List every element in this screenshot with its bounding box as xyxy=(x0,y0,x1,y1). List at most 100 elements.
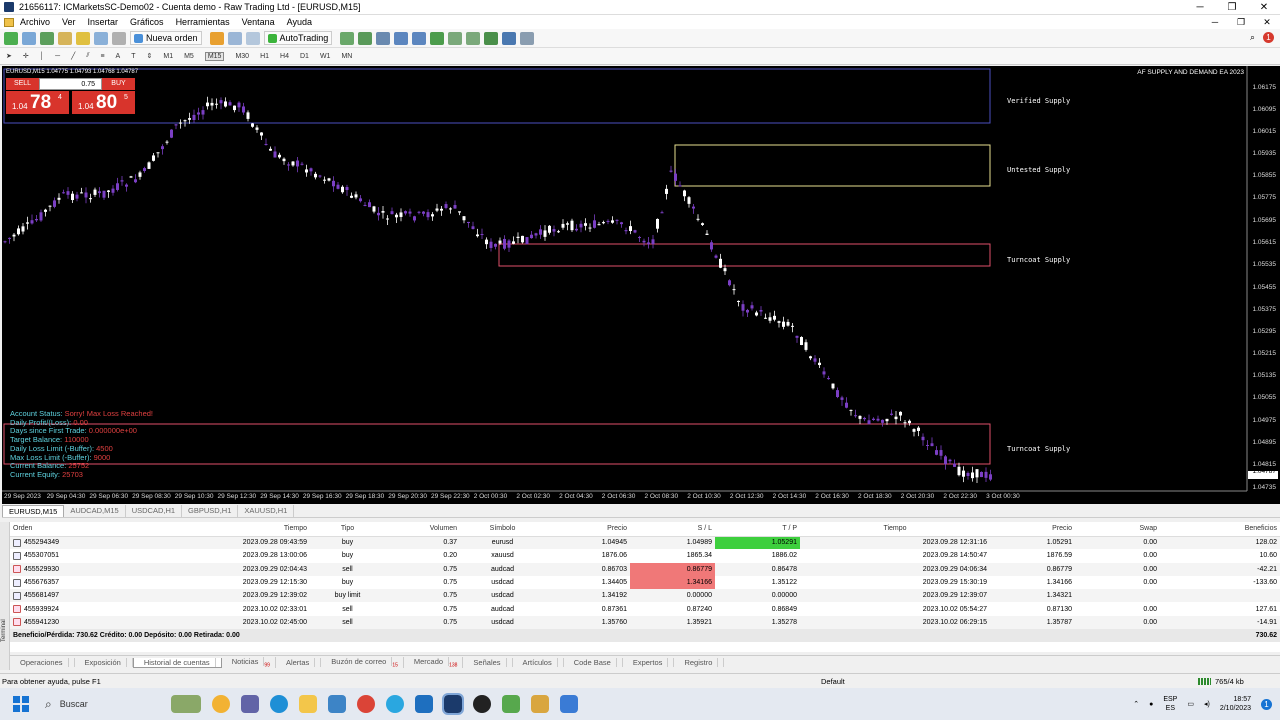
table-row[interactable]: 455676357 2023.09.29 12:15:30 buy 0.75 usdca… xyxy=(10,575,1280,590)
store-icon[interactable] xyxy=(328,695,346,713)
indicators-icon[interactable] xyxy=(484,31,499,45)
new-chart-icon[interactable] xyxy=(4,31,18,45)
chat-icon[interactable] xyxy=(241,695,259,713)
terminal-tab[interactable]: Mercado 138 xyxy=(404,656,464,669)
folder-app-icon[interactable] xyxy=(531,695,549,713)
obs-icon[interactable] xyxy=(473,695,491,713)
tile-windows-icon[interactable] xyxy=(430,31,445,45)
child-close-button[interactable]: ✕ xyxy=(1254,15,1280,29)
close-button[interactable]: ✕ xyxy=(1248,0,1280,15)
sell-button-label[interactable]: SELL xyxy=(6,78,39,90)
weather-icon[interactable] xyxy=(212,695,230,713)
table-row[interactable]: 455294349 2023.09.28 09:43:59 buy 0.37 eurus… xyxy=(10,536,1280,550)
chart-tab-eurusd-m15[interactable]: EURUSD,M15 xyxy=(2,505,65,517)
terminal-tab[interactable]: Historial de cuentas xyxy=(132,657,222,668)
new-order-button[interactable]: Nueva orden xyxy=(130,31,202,45)
autotrading-button[interactable]: AutoTrading xyxy=(263,31,333,45)
tf-w1[interactable]: W1 xyxy=(320,53,331,60)
table-row[interactable]: 455529930 2023.09.29 02:04:43 sell 0.75 audc… xyxy=(10,562,1280,576)
column-header[interactable]: S / L xyxy=(630,522,715,537)
windows-start-icon[interactable] xyxy=(13,696,29,712)
vertical-line-icon[interactable]: │ xyxy=(40,53,44,60)
arrows-icon[interactable]: ⇕ xyxy=(146,52,152,60)
network-icon[interactable]: ▭ xyxy=(1187,700,1194,708)
fibonacci-icon[interactable]: ≡ xyxy=(100,53,104,60)
menu-graficos[interactable]: Gráficos xyxy=(130,17,164,27)
column-header[interactable]: Swap xyxy=(1075,522,1160,537)
column-header[interactable]: Tiempo xyxy=(800,522,990,537)
edge-icon[interactable] xyxy=(270,695,288,713)
tf-mn[interactable]: MN xyxy=(341,53,352,60)
tf-m15[interactable]: M15 xyxy=(204,51,225,61)
terminal-tab[interactable]: Artículos xyxy=(513,658,564,667)
vscode-icon[interactable] xyxy=(415,695,433,713)
tf-m1[interactable]: M1 xyxy=(163,53,173,60)
table-row[interactable]: 455307051 2023.09.28 13:00:06 buy 0.20 xauus… xyxy=(10,549,1280,562)
text-icon[interactable]: A xyxy=(116,53,121,60)
terminal-tab[interactable]: Alertas xyxy=(276,658,322,667)
buy-price-button[interactable]: 1.04 80 5 xyxy=(72,91,135,114)
menu-ver[interactable]: Ver xyxy=(62,17,76,27)
tf-h1[interactable]: H1 xyxy=(260,53,269,60)
profiles-icon[interactable] xyxy=(22,31,36,45)
column-header[interactable]: Volumen xyxy=(385,522,460,537)
terminal-tab[interactable]: Exposición xyxy=(75,658,133,667)
maximize-button[interactable]: ❐ xyxy=(1216,0,1248,15)
chart-tab-xauusd-h1[interactable]: XAUUSD,H1 xyxy=(238,505,295,517)
navigator-icon[interactable] xyxy=(76,31,90,45)
terminal-tab[interactable]: Señales xyxy=(463,658,513,667)
terminal-tab[interactable]: Operaciones xyxy=(10,658,75,667)
market-watch-icon[interactable] xyxy=(40,31,54,45)
price-chart[interactable]: EURUSD,M15 1.04775 1.04793 1.04768 1.047… xyxy=(2,66,1280,504)
profile-name[interactable]: Default xyxy=(821,677,845,686)
terminal-tab[interactable]: Registro xyxy=(674,658,725,667)
sticky-app-icon[interactable] xyxy=(502,695,520,713)
cursor-icon[interactable]: ➤ xyxy=(6,52,12,60)
tf-d1[interactable]: D1 xyxy=(300,53,309,60)
volume-icon[interactable]: ◂) xyxy=(1204,700,1210,708)
strategy-tester-icon[interactable] xyxy=(112,31,126,45)
chart-tab-gbpusd-h1[interactable]: GBPUSD,H1 xyxy=(182,505,239,517)
tray-expand-icon[interactable]: ⌃ xyxy=(1133,700,1139,708)
column-header[interactable]: Símbolo xyxy=(460,522,545,537)
menu-ventana[interactable]: Ventana xyxy=(242,17,275,27)
volume-field[interactable]: 0.75 xyxy=(39,78,102,90)
column-header[interactable]: Beneficios xyxy=(1160,522,1280,537)
chart-tab-usdcad-h1[interactable]: USDCAD,H1 xyxy=(126,505,183,517)
column-header[interactable]: Precio xyxy=(545,522,630,537)
menu-archivo[interactable]: Archivo xyxy=(20,17,50,27)
tf-h4[interactable]: H4 xyxy=(280,53,289,60)
table-row[interactable]: 455939924 2023.10.02 02:33:01 sell 0.75 audc… xyxy=(10,602,1280,615)
table-row[interactable]: 455681497 2023.09.29 12:39:02 buy limit 0.7… xyxy=(10,589,1280,603)
label-icon[interactable]: T xyxy=(131,53,135,60)
chart-tab-audcad-m15[interactable]: AUDCAD,M15 xyxy=(64,505,126,517)
notes-app-icon[interactable] xyxy=(560,695,578,713)
terminal-icon[interactable] xyxy=(94,31,108,45)
file-explorer-icon[interactable] xyxy=(299,695,317,713)
microphone-icon[interactable]: ● xyxy=(1149,701,1153,708)
bar-chart-icon[interactable] xyxy=(340,31,355,45)
child-minimize-button[interactable]: ─ xyxy=(1202,15,1228,29)
metaeditor-icon[interactable] xyxy=(209,31,224,45)
options-icon[interactable] xyxy=(227,31,242,45)
chart-shift-icon[interactable] xyxy=(448,31,463,45)
data-window-icon[interactable] xyxy=(58,31,72,45)
menu-herramientas[interactable]: Herramientas xyxy=(176,17,230,27)
line-chart-icon[interactable] xyxy=(376,31,391,45)
language-indicator[interactable]: ESP ES xyxy=(1163,695,1177,713)
trendline-icon[interactable]: ╱ xyxy=(71,52,75,60)
horizontal-line-icon[interactable]: ─ xyxy=(55,53,60,60)
taskbar-search[interactable]: ⌕ Buscar xyxy=(41,693,171,715)
sell-price-button[interactable]: 1.04 78 4 xyxy=(6,91,69,114)
minimize-button[interactable]: ─ xyxy=(1184,0,1216,15)
zoom-out-icon[interactable] xyxy=(412,31,427,45)
tf-m30[interactable]: M30 xyxy=(235,53,249,60)
notification-center-icon[interactable]: 1 xyxy=(1261,698,1272,710)
column-header[interactable]: Tiempo xyxy=(120,522,310,537)
column-header[interactable]: Orden xyxy=(10,522,120,537)
candlestick-icon[interactable] xyxy=(358,31,373,45)
buy-button-label[interactable]: BUY xyxy=(102,78,135,90)
terminal-tab[interactable]: Buzón de correo 15 xyxy=(321,656,404,669)
notification-badge[interactable]: 1 xyxy=(1263,32,1274,43)
chrome-icon[interactable] xyxy=(357,695,375,713)
